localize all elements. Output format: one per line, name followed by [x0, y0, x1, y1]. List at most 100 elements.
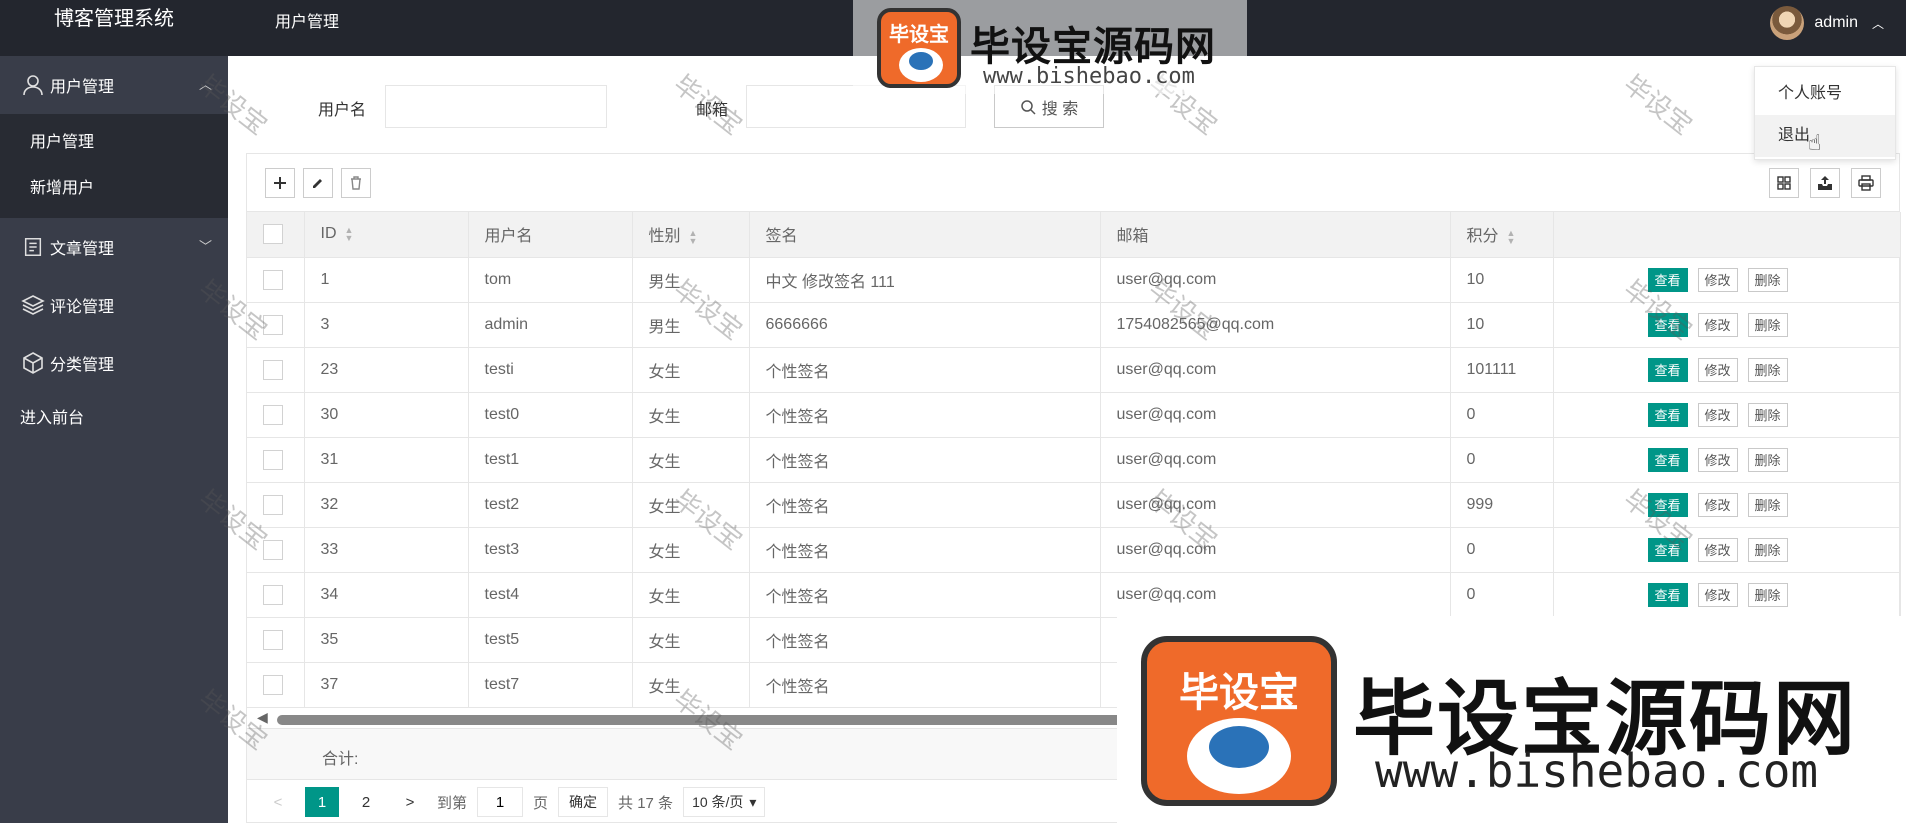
column-header-gender[interactable]: 性别 ▲ ▼: [632, 212, 750, 258]
menu-item-account[interactable]: 个人账号: [1755, 73, 1895, 115]
edit-row-button[interactable]: 修改: [1697, 537, 1738, 562]
page-button-2[interactable]: 2: [349, 787, 383, 817]
sidebar-submenu: 用户管理 新增用户: [0, 114, 228, 218]
scroll-left-arrow[interactable]: ◀: [257, 709, 268, 726]
goto-page-input[interactable]: [477, 787, 524, 817]
cell-score: 999: [1450, 482, 1554, 528]
row-checkbox[interactable]: [263, 449, 283, 470]
view-button[interactable]: 查看: [1647, 402, 1688, 427]
columns-filter-button[interactable]: [1769, 168, 1799, 198]
table-row[interactable]: 23 testi 女生 个性签名 user@qq.com 101111 查看 修改 删除: [247, 347, 1901, 393]
edit-row-button[interactable]: 修改: [1697, 357, 1738, 382]
row-select-cell[interactable]: [247, 302, 305, 348]
cell-id: 32: [304, 482, 469, 528]
row-select-cell[interactable]: [247, 257, 305, 303]
view-button[interactable]: 查看: [1647, 492, 1688, 517]
view-button[interactable]: 查看: [1647, 537, 1688, 562]
edit-row-button[interactable]: 修改: [1697, 492, 1738, 517]
delete-row-button[interactable]: 删除: [1747, 312, 1788, 337]
edit-row-button[interactable]: 修改: [1697, 447, 1738, 472]
export-button[interactable]: [1810, 168, 1840, 198]
plus-icon: [274, 177, 286, 189]
edit-row-button[interactable]: 修改: [1697, 267, 1738, 292]
row-checkbox[interactable]: [263, 359, 283, 380]
confirm-page-button[interactable]: 确定: [558, 787, 609, 817]
edit-row-button[interactable]: 修改: [1697, 582, 1738, 607]
user-menu[interactable]: admin ︿: [1770, 6, 1884, 40]
delete-button[interactable]: [341, 168, 371, 198]
view-button[interactable]: 查看: [1647, 267, 1688, 292]
cell-username: test0: [468, 392, 633, 438]
table-row[interactable]: 30 test0 女生 个性签名 user@qq.com 0 查看 修改 删除: [247, 392, 1901, 438]
sidebar-subitem-user-management[interactable]: 用户管理: [0, 120, 228, 166]
row-select-cell[interactable]: [247, 482, 305, 528]
table-row[interactable]: 1 tom 男生 中文 修改签名 111 user@qq.com 10 查看 修改 删除: [247, 257, 1901, 303]
edit-row-button[interactable]: 修改: [1697, 312, 1738, 337]
row-select-cell[interactable]: [247, 527, 305, 573]
row-checkbox[interactable]: [263, 674, 283, 695]
delete-row-button[interactable]: 删除: [1747, 492, 1788, 517]
table-row[interactable]: 32 test2 女生 个性签名 user@qq.com 999 查看 修改 删除: [247, 482, 1901, 528]
delete-row-button[interactable]: 删除: [1747, 447, 1788, 472]
add-button[interactable]: [265, 168, 295, 198]
delete-row-button[interactable]: 删除: [1747, 582, 1788, 607]
row-select-cell[interactable]: [247, 617, 305, 663]
select-all-cell[interactable]: [247, 212, 305, 258]
sidebar-item-comment-management[interactable]: 评论管理: [0, 276, 228, 334]
sort-icon[interactable]: ▲ ▼: [345, 226, 354, 243]
row-checkbox[interactable]: [263, 494, 283, 515]
view-button[interactable]: 查看: [1647, 357, 1688, 382]
row-select-cell[interactable]: [247, 437, 305, 483]
avatar[interactable]: [1770, 6, 1805, 40]
row-select-cell[interactable]: [247, 392, 305, 438]
row-checkbox[interactable]: [263, 269, 283, 290]
row-checkbox[interactable]: [263, 314, 283, 335]
row-select-cell[interactable]: [247, 572, 305, 618]
view-button[interactable]: 查看: [1647, 582, 1688, 607]
menu-item-logout[interactable]: 退出: [1755, 115, 1895, 157]
delete-row-button[interactable]: 删除: [1747, 402, 1788, 427]
view-button[interactable]: 查看: [1647, 447, 1688, 472]
username-search-input[interactable]: [385, 85, 607, 128]
edit-button[interactable]: [303, 168, 333, 198]
app-title: 博客管理系统: [54, 8, 174, 30]
prev-page-button[interactable]: <: [261, 787, 295, 817]
delete-row-button[interactable]: 删除: [1747, 537, 1788, 562]
sidebar-item-label: 文章管理: [50, 241, 115, 258]
sort-icon[interactable]: ▲ ▼: [689, 229, 698, 246]
table-row[interactable]: 34 test4 女生 个性签名 user@qq.com 0 查看 修改 删除: [247, 572, 1901, 618]
row-checkbox[interactable]: [263, 629, 283, 650]
brand-watermark-bottom: 毕设宝 毕设宝源码网 www.bishebao.com: [1117, 616, 1906, 823]
sidebar-item-article-management[interactable]: 文章管理 ﹀: [0, 218, 228, 276]
table-row[interactable]: 33 test3 女生 个性签名 user@qq.com 0 查看 修改 删除: [247, 527, 1901, 573]
per-page-select[interactable]: 10 条/页 ▾: [683, 787, 766, 817]
table-row[interactable]: 31 test1 女生 个性签名 user@qq.com 0 查看 修改 删除: [247, 437, 1901, 483]
column-header-score[interactable]: 积分 ▲ ▼: [1450, 212, 1554, 258]
delete-row-button[interactable]: 删除: [1747, 357, 1788, 382]
next-page-button[interactable]: >: [393, 787, 427, 817]
view-button[interactable]: 查看: [1647, 312, 1688, 337]
username-label[interactable]: admin: [1814, 14, 1858, 32]
edit-row-button[interactable]: 修改: [1697, 402, 1738, 427]
cell-email: user@qq.com: [1100, 482, 1451, 528]
sidebar-item-user-management[interactable]: 用户管理 ︿: [0, 56, 228, 114]
header-breadcrumb[interactable]: 用户管理: [275, 8, 339, 32]
print-button[interactable]: [1851, 168, 1881, 198]
column-header-id[interactable]: ID ▲ ▼: [304, 212, 469, 258]
sidebar-item-frontend[interactable]: 进入前台: [0, 392, 228, 446]
select-all-checkbox[interactable]: [263, 224, 283, 245]
row-checkbox[interactable]: [263, 584, 283, 605]
delete-row-button[interactable]: 删除: [1747, 267, 1788, 292]
cell-signature: 6666666: [749, 302, 1101, 348]
page-button-1[interactable]: 1: [305, 787, 339, 817]
sidebar-subitem-add-user[interactable]: 新增用户: [0, 166, 228, 212]
row-select-cell[interactable]: [247, 662, 305, 708]
table-row[interactable]: 3 admin 男生 6666666 1754082565@qq.com 10 查看 修改 删除: [247, 302, 1901, 348]
cell-email: user@qq.com: [1100, 437, 1451, 483]
row-select-cell[interactable]: [247, 347, 305, 393]
sort-icon[interactable]: ▲ ▼: [1507, 229, 1516, 246]
row-checkbox[interactable]: [263, 404, 283, 425]
row-checkbox[interactable]: [263, 539, 283, 560]
cell-gender: 女生: [632, 482, 750, 528]
sidebar-item-category-management[interactable]: 分类管理: [0, 334, 228, 392]
